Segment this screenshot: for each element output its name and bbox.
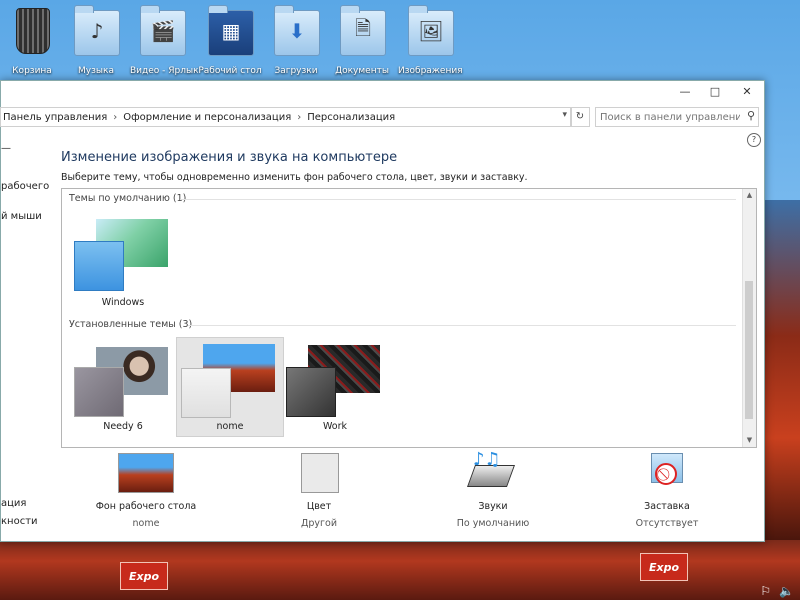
- minimize-button[interactable]: —: [671, 83, 699, 101]
- expo-sign: Expo: [640, 553, 688, 581]
- chevron-down-icon[interactable]: ▾: [562, 110, 567, 120]
- maximize-button[interactable]: □: [701, 83, 729, 101]
- page-description: Выберите тему, чтобы одновременно измени…: [61, 172, 528, 183]
- option-desktop-background[interactable]: Фон рабочего стола nome: [71, 453, 221, 529]
- breadcrumb-item-control-panel[interactable]: Панель управления: [3, 112, 107, 123]
- scroll-thumb[interactable]: [745, 281, 753, 419]
- desktop-icon-video[interactable]: 🎬 Видео - Ярлык: [130, 4, 199, 80]
- group-divider: [180, 199, 736, 200]
- theme-nome[interactable]: nome: [176, 337, 284, 437]
- chevron-right-icon: ›: [297, 111, 302, 123]
- title-bar[interactable]: — □ ✕: [1, 81, 764, 103]
- group-heading-default: Темы по умолчанию (1): [69, 193, 187, 204]
- option-value: Другой: [300, 518, 338, 529]
- theme-color-preview: [286, 367, 336, 417]
- system-tray: ⚐ 🔈: [760, 584, 794, 598]
- search-icon[interactable]: ⚲: [747, 109, 755, 122]
- refresh-button[interactable]: ↻: [570, 107, 590, 127]
- theme-color-preview: [74, 241, 124, 291]
- option-label: Заставка: [644, 501, 690, 512]
- desktop-icon-music[interactable]: ♪ Музыка: [64, 4, 128, 80]
- desktop-icon-label: Изображения: [398, 66, 463, 76]
- help-icon[interactable]: ?: [747, 133, 761, 147]
- sidebar-link-display[interactable]: ация: [1, 498, 26, 509]
- documents-folder-icon: 🗎: [340, 5, 386, 56]
- search-input[interactable]: [596, 108, 744, 126]
- chevron-right-icon: ›: [113, 111, 118, 123]
- theme-color-preview: [74, 367, 124, 417]
- theme-name: Needy 6: [103, 421, 143, 432]
- desktop-icon-desktop[interactable]: ▦ Рабочий стол: [198, 4, 262, 80]
- desktop-wallpaper-right: [763, 200, 800, 540]
- desktop-icon-label: Рабочий стол: [198, 66, 262, 76]
- theme-name: Work: [322, 421, 348, 432]
- sounds-icon: ♪♫: [465, 449, 521, 493]
- option-value: Отсутствует: [635, 518, 699, 529]
- color-swatch-icon: [291, 453, 347, 493]
- screensaver-icon: ⃠: [639, 453, 695, 493]
- option-screensaver[interactable]: ⃠ Заставка Отсутствует: [592, 453, 742, 529]
- desktop-icon-label: Документы: [335, 66, 389, 76]
- expo-sign: Expo: [120, 562, 168, 590]
- volume-icon[interactable]: 🔈: [779, 584, 794, 598]
- desktop-icon-downloads[interactable]: ⬇ Загрузки: [264, 4, 328, 80]
- desktop-icon-label: Корзина: [12, 66, 52, 76]
- personalization-window: — □ ✕ Панель управления › Оформление и п…: [0, 80, 765, 542]
- option-value: nome: [132, 518, 160, 529]
- flag-icon[interactable]: ⚐: [760, 584, 771, 598]
- desktop-icon-label: Видео - Ярлык: [130, 66, 199, 76]
- theme-name: Windows: [101, 297, 145, 308]
- desktop-folder-icon: ▦: [208, 5, 254, 56]
- sidebar-link-desktop-icons[interactable]: рабочего: [1, 181, 49, 192]
- option-value: По умолчанию: [456, 518, 530, 529]
- desktop-background-icon: [118, 453, 174, 493]
- search-box: ⚲: [595, 107, 759, 127]
- desktop-icon-pictures[interactable]: 🖼 Изображения: [398, 4, 463, 80]
- sidebar-link-ease-of-access[interactable]: кности: [1, 516, 38, 527]
- option-color[interactable]: Цвет Другой: [244, 453, 394, 529]
- desktop-icons: Корзина ♪ Музыка 🎬 Видео - Ярлык ▦ Рабоч…: [0, 4, 480, 80]
- breadcrumb-item-personalization[interactable]: Персонализация: [307, 112, 395, 123]
- option-sounds[interactable]: ♪♫ Звуки По умолчанию: [418, 449, 568, 529]
- pictures-folder-icon: 🖼: [408, 5, 454, 56]
- refresh-icon: ↻: [575, 111, 585, 122]
- page-title: Изменение изображения и звука на компьют…: [61, 150, 398, 165]
- theme-color-preview: [181, 368, 231, 418]
- themes-list: Темы по умолчанию (1) Windows Установлен…: [61, 188, 757, 448]
- theme-work[interactable]: Work: [282, 339, 388, 437]
- recycle-bin-icon: [16, 8, 50, 54]
- group-heading-installed: Установленные темы (3): [69, 319, 193, 330]
- option-label: Звуки: [478, 501, 508, 512]
- desktop-icon-label: Музыка: [78, 66, 114, 76]
- video-folder-icon: 🎬: [140, 5, 186, 56]
- option-label: Цвет: [306, 501, 332, 512]
- desktop-icon-label: Загрузки: [274, 66, 318, 76]
- sidebar-link-mouse-pointers[interactable]: й мыши: [1, 211, 42, 222]
- address-bar: Панель управления › Оформление и персона…: [0, 105, 764, 129]
- downloads-folder-icon: ⬇: [274, 5, 320, 56]
- scroll-up-icon[interactable]: ▲: [743, 189, 756, 202]
- scroll-down-icon[interactable]: ▼: [743, 434, 756, 447]
- themes-scrollbar[interactable]: ▲ ▼: [742, 189, 756, 447]
- music-folder-icon: ♪: [74, 5, 120, 56]
- theme-name: nome: [216, 421, 244, 432]
- group-divider: [188, 325, 736, 326]
- option-label: Фон рабочего стола: [95, 501, 197, 512]
- theme-needy-6[interactable]: Needy 6: [70, 339, 176, 437]
- desktop-icon-recycle-bin[interactable]: Корзина: [0, 4, 64, 80]
- breadcrumb[interactable]: Панель управления › Оформление и персона…: [0, 107, 572, 127]
- theme-windows[interactable]: Windows: [70, 215, 176, 313]
- desktop-icon-documents[interactable]: 🗎 Документы: [330, 4, 394, 80]
- sidebar-fragment: —: [1, 143, 11, 154]
- breadcrumb-item-appearance[interactable]: Оформление и персонализация: [123, 112, 291, 123]
- close-button[interactable]: ✕: [733, 83, 761, 101]
